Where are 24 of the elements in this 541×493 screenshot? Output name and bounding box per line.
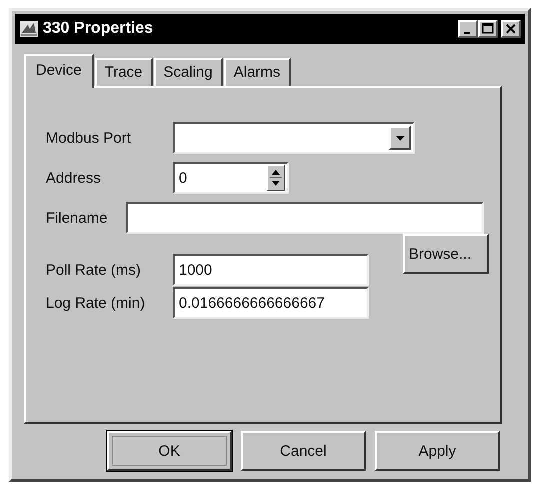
field-label: Log Rate (min) — [46, 294, 146, 312]
tab[interactable]: Device — [24, 54, 94, 88]
app-icon — [19, 19, 39, 39]
tab[interactable]: Alarms — [224, 58, 291, 86]
browse-button[interactable]: Browse... — [403, 234, 489, 274]
dialog-button[interactable]: Apply — [375, 431, 500, 471]
field-label: Address — [46, 170, 102, 186]
spinner-field[interactable]: 0 — [173, 162, 289, 194]
dialog-button[interactable]: OK — [107, 431, 232, 471]
dropdown-field[interactable] — [173, 122, 415, 154]
text-field[interactable] — [126, 202, 484, 234]
close-icon[interactable] — [501, 20, 521, 38]
field-label: Modbus Port — [46, 130, 132, 146]
spinner-arrows-icon[interactable] — [267, 165, 285, 191]
tab[interactable]: Trace — [94, 58, 153, 86]
field-label: Poll Rate (ms) — [46, 262, 142, 278]
tab[interactable]: Scaling — [154, 58, 223, 86]
window-title: 330 Properties — [43, 20, 154, 38]
minimize-icon[interactable] — [458, 20, 478, 38]
dialog-button[interactable]: Cancel — [241, 431, 366, 471]
text-field[interactable]: 0.0166666666666667 — [173, 287, 369, 319]
field-label: Filename — [46, 210, 109, 226]
text-field[interactable]: 1000 — [173, 254, 369, 286]
maximize-icon[interactable] — [478, 20, 498, 38]
